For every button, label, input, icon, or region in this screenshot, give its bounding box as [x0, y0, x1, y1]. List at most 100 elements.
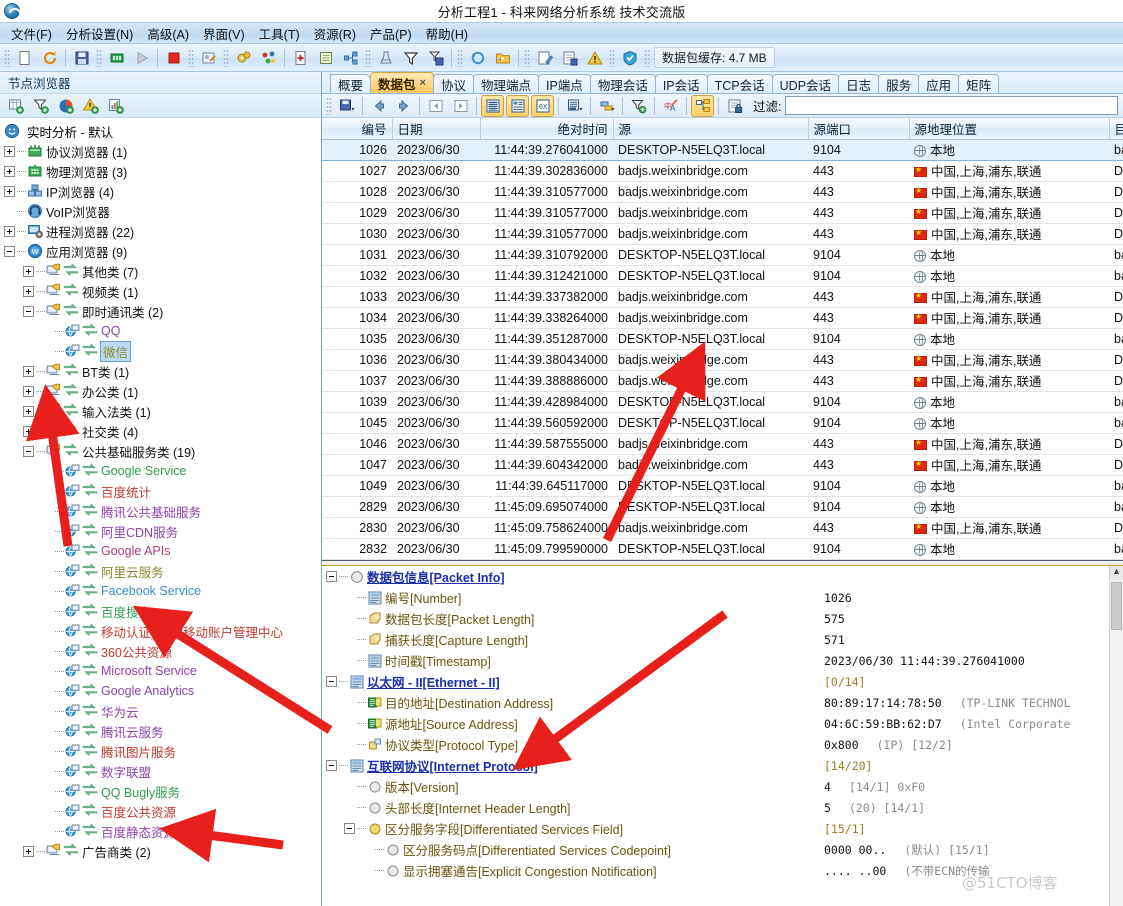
toolbar-grip[interactable]	[223, 48, 229, 67]
detail-row[interactable]: 数据包信息[Packet Info]	[322, 566, 818, 587]
table-row[interactable]: 1030 2023/06/30 11:44:39.310577000 badjs.we…	[322, 223, 1123, 245]
toolbar-grip[interactable]	[326, 96, 332, 115]
tree-expand-icon[interactable]	[691, 94, 714, 117]
tab-日志[interactable]: 日志	[838, 74, 880, 93]
decode-as-icon[interactable]: 中A	[659, 95, 682, 117]
tab-IP会话[interactable]: IP会话	[654, 74, 708, 93]
detail-row[interactable]: 显示拥塞通告[Explicit Congestion Notification]	[322, 860, 818, 881]
tab-服务[interactable]: 服务	[878, 74, 920, 93]
toolbar-grip[interactable]	[4, 48, 10, 67]
add-chart-icon[interactable]	[54, 95, 77, 117]
tree-item-26[interactable]: Microsoft Service	[0, 661, 321, 681]
tree-item-25[interactable]: 360公共资源	[0, 641, 321, 661]
start-capture-icon[interactable]	[130, 47, 153, 69]
settings-gear-icon[interactable]	[232, 47, 255, 69]
add-report-icon[interactable]	[104, 95, 127, 117]
tree-item-11[interactable]: BT类 (1)	[0, 361, 321, 381]
tree-item-16[interactable]: Google Service	[0, 461, 321, 481]
export-report-icon[interactable]	[558, 47, 581, 69]
save-packets-icon[interactable]	[335, 95, 358, 117]
tree-item-30[interactable]: 腾讯图片服务	[0, 741, 321, 761]
tree-item-15[interactable]: 公共基础服务类 (19)	[0, 441, 321, 461]
tree-item-9[interactable]: QQ	[0, 321, 321, 341]
packet-hex-view-icon[interactable]: 0X	[531, 94, 554, 117]
tree-item-5[interactable]: W 应用浏览器 (9)	[0, 241, 321, 261]
add-filter-icon[interactable]	[29, 95, 52, 117]
table-row[interactable]: 1045 2023/06/30 11:44:39.560592000 DESKTOP-…	[322, 412, 1123, 434]
detail-collapser[interactable]	[326, 571, 337, 582]
add-alarm-icon[interactable]	[79, 95, 102, 117]
toolbar-grip[interactable]	[96, 48, 102, 67]
tree-item-17[interactable]: 百度统计	[0, 481, 321, 501]
tree-collapser[interactable]	[23, 445, 34, 457]
tab-应用[interactable]: 应用	[918, 74, 960, 93]
report-edit-icon[interactable]	[197, 47, 220, 69]
node-group-icon[interactable]	[257, 47, 280, 69]
table-row[interactable]: 2830 2023/06/30 11:45:09.758624000 badjs.we…	[322, 517, 1123, 539]
packet-detail-view-icon[interactable]	[506, 94, 529, 117]
detail-collapser[interactable]	[326, 760, 337, 771]
scroll-up-icon[interactable]: ▲	[1110, 566, 1123, 580]
tree-item-21[interactable]: 阿里云服务	[0, 561, 321, 581]
tab-物理会话[interactable]: 物理会话	[589, 74, 656, 93]
detail-row[interactable]: 数据包长度[Packet Length]	[322, 608, 818, 629]
table-row[interactable]: 1046 2023/06/30 11:44:39.587555000 badjs.we…	[322, 433, 1123, 455]
reload-icon[interactable]	[466, 47, 489, 69]
tree-expander[interactable]	[23, 405, 34, 417]
tab-协议[interactable]: 协议	[432, 74, 474, 93]
detail-collapser[interactable]	[344, 823, 355, 834]
tab-物理端点[interactable]: 物理端点	[472, 74, 539, 93]
menu-products[interactable]: 产品(P)	[363, 22, 419, 45]
detail-row[interactable]: 目的地址[Destination Address]	[322, 692, 818, 713]
prev-packet-icon[interactable]	[367, 95, 390, 117]
toolbar-grip[interactable]	[524, 48, 530, 67]
detail-row[interactable]: 协议类型[Protocol Type]	[322, 734, 818, 755]
open-folder-icon[interactable]	[491, 47, 514, 69]
column-header-date[interactable]: 日期	[392, 118, 481, 140]
tree-expander[interactable]	[4, 225, 15, 237]
tree-collapser[interactable]	[4, 245, 15, 257]
tab-close-icon[interactable]: ×	[420, 77, 426, 89]
tab-概要[interactable]: 概要	[330, 74, 372, 93]
tree-expander[interactable]	[23, 265, 34, 277]
tree-item-8[interactable]: 即时通讯类 (2)	[0, 301, 321, 321]
new-project-icon[interactable]	[13, 47, 36, 69]
table-row[interactable]: 2829 2023/06/30 11:45:09.695074000 DESKTOP-…	[322, 496, 1123, 518]
last-packet-icon[interactable]	[449, 95, 472, 117]
tree-expander[interactable]	[4, 165, 15, 177]
toolbar-grip[interactable]	[365, 48, 371, 67]
tree-item-35[interactable]: 广告商类 (2)	[0, 841, 321, 861]
refresh-icon[interactable]	[38, 47, 61, 69]
tree-item-2[interactable]: IP浏览器 (4)	[0, 181, 321, 201]
filter-input[interactable]	[785, 96, 1118, 115]
alarm-warning-icon[interactable]	[583, 47, 606, 69]
tree-item-1[interactable]: 物理浏览器 (3)	[0, 161, 321, 181]
tab-数据包[interactable]: 数据包 ×	[370, 72, 434, 93]
tree-item-0[interactable]: 协议浏览器 (1)	[0, 141, 321, 161]
conversation-icon[interactable]	[595, 95, 618, 117]
save-icon[interactable]	[70, 47, 93, 69]
column-header-source[interactable]: 源	[613, 118, 809, 140]
next-packet-icon[interactable]	[392, 95, 415, 117]
lock-report-icon[interactable]	[723, 95, 746, 117]
tree-item-27[interactable]: Google Analytics	[0, 681, 321, 701]
toolbar-grip[interactable]	[644, 48, 650, 67]
table-row[interactable]: 1028 2023/06/30 11:44:39.310577000 badjs.we…	[322, 181, 1123, 203]
tree-item-12[interactable]: 办公类 (1)	[0, 381, 321, 401]
table-row[interactable]: 1026 2023/06/30 11:44:39.276041000 DESKTOP-…	[322, 138, 1123, 161]
menu-advanced[interactable]: 高级(A)	[140, 22, 196, 45]
detail-row[interactable]: 互联网协议[Internet Protocol]	[322, 755, 818, 776]
tree-expander[interactable]	[4, 145, 15, 157]
add-column-icon[interactable]	[4, 95, 27, 117]
tree-item-13[interactable]: 输入法类 (1)	[0, 401, 321, 421]
packet-detail-tree[interactable]: 数据包信息[Packet Info] 编号[Number] 数据包长度[Packet…	[322, 566, 818, 906]
tree-item-7[interactable]: 视频类 (1)	[0, 281, 321, 301]
table-row[interactable]: 1034 2023/06/30 11:44:39.338264000 badjs.we…	[322, 307, 1123, 329]
table-row[interactable]: 1033 2023/06/30 11:44:39.337382000 badjs.we…	[322, 286, 1123, 308]
tree-item-34[interactable]: 百度静态资源	[0, 821, 321, 841]
filter-add-icon[interactable]	[627, 95, 650, 117]
table-row[interactable]: 1031 2023/06/30 11:44:39.310792000 DESKTOP-…	[322, 244, 1123, 266]
table-row[interactable]: 1049 2023/06/30 11:44:39.645117000 DESKTOP-…	[322, 475, 1123, 497]
hex-decode-icon[interactable]	[563, 95, 586, 117]
detail-row[interactable]: 源地址[Source Address]	[322, 713, 818, 734]
